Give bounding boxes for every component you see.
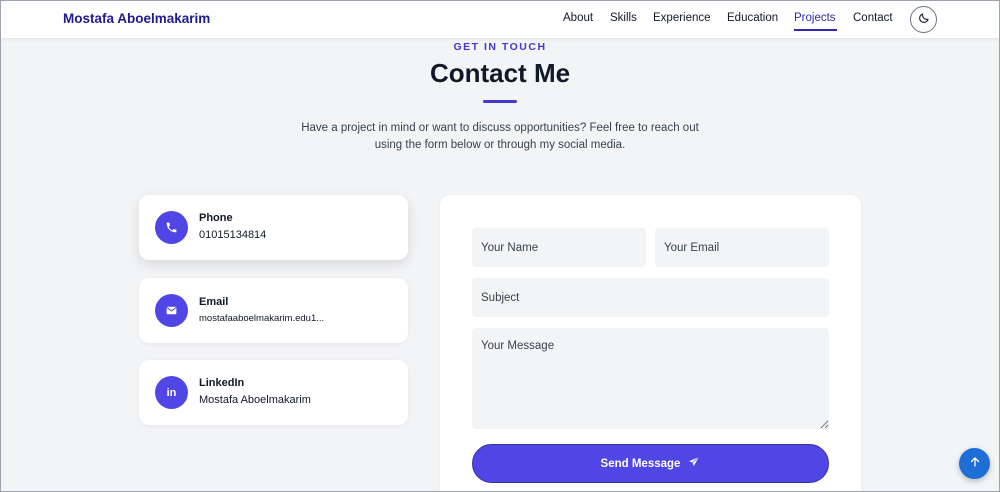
moon-icon (918, 12, 930, 27)
active-nav-indicator (794, 29, 837, 31)
nav-link-contact[interactable]: Contact (853, 12, 893, 24)
linkedin-value: Mostafa Aboelmakarim (199, 394, 311, 406)
arrow-up-icon (969, 456, 981, 471)
title-underline (483, 100, 517, 103)
section-kicker: GET IN TOUCH (453, 41, 547, 53)
paper-plane-icon (688, 456, 700, 471)
subtitle-line-1: Have a project in mind or want to discus… (301, 122, 699, 134)
message-textarea[interactable] (472, 328, 829, 429)
email-input[interactable] (655, 228, 829, 267)
theme-toggle-button[interactable] (910, 6, 937, 33)
nav-link-education[interactable]: Education (727, 12, 778, 24)
phone-card[interactable]: Phone 01015134814 (139, 195, 408, 260)
nav-link-skills[interactable]: Skills (610, 12, 637, 24)
envelope-icon (155, 294, 188, 327)
navbar: Mostafa Aboelmakarim About Skills Experi… (0, 0, 1000, 39)
name-input[interactable] (472, 228, 646, 267)
subtitle-line-2: using the form below or through my socia… (374, 139, 626, 151)
phone-label: Phone (199, 212, 233, 224)
subject-input[interactable] (472, 278, 829, 317)
linkedin-icon: in (155, 376, 188, 409)
scroll-to-top-button[interactable] (959, 448, 990, 479)
email-label: Email (199, 296, 229, 308)
brand-logo[interactable]: Mostafa Aboelmakarim (63, 11, 210, 26)
send-message-label: Send Message (600, 457, 681, 470)
send-message-button[interactable]: Send Message (472, 444, 829, 483)
nav-link-experience[interactable]: Experience (653, 12, 711, 24)
linkedin-card[interactable]: in LinkedIn Mostafa Aboelmakarim (139, 360, 408, 425)
email-value: mostafaaboelmakarim.edu1... (199, 313, 325, 324)
email-card[interactable]: Email mostafaaboelmakarim.edu1... (139, 278, 408, 343)
phone-value: 01015134814 (199, 229, 267, 241)
section-subtitle: Have a project in mind or want to discus… (290, 120, 710, 154)
nav-link-projects[interactable]: Projects (794, 12, 836, 24)
nav-link-about[interactable]: About (563, 12, 593, 24)
page-title: Contact Me (429, 58, 571, 88)
linkedin-label: LinkedIn (199, 377, 245, 389)
phone-icon (155, 211, 188, 244)
